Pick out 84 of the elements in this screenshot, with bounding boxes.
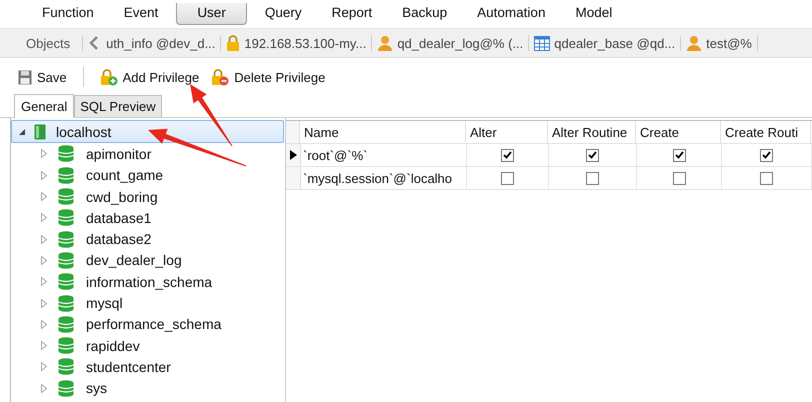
tree-item[interactable]: count_game	[11, 164, 285, 186]
database-icon	[58, 166, 74, 184]
expand-icon[interactable]	[40, 362, 48, 372]
tree-item[interactable]: dev_dealer_log	[11, 250, 285, 272]
column-header[interactable]: Create	[636, 121, 721, 143]
tree-item[interactable]: database1	[11, 207, 285, 228]
chevron-left-icon[interactable]	[89, 35, 100, 51]
checkbox[interactable]	[586, 148, 599, 162]
database-icon	[58, 358, 74, 376]
column-header[interactable]: Name	[300, 121, 466, 143]
sub-tab[interactable]: SQL Preview	[74, 95, 162, 117]
expand-icon[interactable]	[40, 256, 48, 265]
lock-icon	[226, 35, 240, 51]
user-icon	[377, 35, 394, 51]
toolbar-button[interactable]: Save	[16, 68, 69, 86]
table-icon	[534, 36, 550, 50]
lock-plus-icon	[100, 68, 118, 86]
menu-item[interactable]: Query	[252, 3, 314, 25]
database-icon	[58, 316, 74, 333]
tree-item[interactable]: information_schema	[11, 271, 285, 292]
tree-item[interactable]: rapiddev	[11, 334, 285, 356]
tree-item[interactable]: studentcenter	[11, 356, 285, 378]
menu-item[interactable]: Report	[320, 3, 384, 25]
expand-icon[interactable]	[40, 213, 48, 222]
table-cell: `root`@`%`	[301, 144, 467, 166]
checkbox[interactable]	[672, 148, 686, 162]
menu-item[interactable]: Function	[30, 3, 106, 25]
database-icon	[58, 337, 74, 354]
column-header[interactable]: Create Routi	[721, 121, 811, 143]
expand-icon[interactable]	[40, 192, 48, 202]
row-header-cell[interactable]	[286, 144, 301, 166]
objects-tab[interactable]: Objects	[6, 36, 84, 50]
column-header[interactable]: Alter Routine	[548, 121, 636, 143]
toolbar-button[interactable]: Delete Privilege	[209, 66, 328, 88]
checkbox[interactable]	[501, 148, 514, 162]
database-icon	[58, 188, 74, 206]
expand-icon[interactable]	[40, 277, 48, 286]
object-tab[interactable]: 192.168.53.100-my...	[221, 35, 372, 51]
menu-item[interactable]: Automation	[465, 3, 558, 25]
save-icon	[18, 70, 32, 84]
toolbar-button[interactable]: Add Privilege	[98, 66, 202, 88]
server-icon	[34, 124, 46, 140]
tree-item[interactable]: sys	[11, 378, 285, 399]
object-tab[interactable]: qdealer_base @qd...	[529, 36, 682, 50]
sub-tab[interactable]: General	[14, 94, 74, 118]
object-tab[interactable]: qd_dealer_log@% (...	[372, 35, 530, 51]
tree-item[interactable]: performance_schema	[11, 314, 285, 335]
menu-item[interactable]: User	[176, 3, 247, 25]
tree-item[interactable]: cwd_boring	[11, 186, 285, 208]
object-tab[interactable]: test@%	[681, 35, 758, 51]
database-icon	[58, 145, 74, 162]
menu-item[interactable]: Backup	[390, 3, 460, 25]
menu-item[interactable]: Event	[112, 3, 170, 25]
current-row-icon	[290, 150, 296, 160]
tree-item[interactable]: mysql	[11, 292, 285, 314]
checkbox[interactable]	[760, 148, 773, 162]
database-icon	[58, 294, 74, 312]
database-icon	[58, 252, 74, 269]
database-icon	[58, 230, 74, 248]
column-header[interactable]: Alter	[466, 121, 548, 143]
tree-item[interactable]: localhost	[11, 120, 284, 144]
tree-item[interactable]: apimonitor	[11, 143, 285, 165]
lock-minus-icon	[211, 68, 230, 86]
expand-icon[interactable]	[40, 298, 48, 308]
expand-icon[interactable]	[40, 170, 48, 180]
checkbox[interactable]	[760, 172, 773, 184]
object-tab[interactable]: uth_info @dev_d...	[101, 36, 222, 50]
expand-icon[interactable]	[40, 320, 48, 329]
checkbox[interactable]	[672, 172, 686, 184]
menu-item[interactable]: Model	[563, 3, 624, 25]
table-cell: `mysql.session`@`localho	[301, 167, 467, 189]
expand-icon[interactable]	[40, 149, 48, 158]
expand-icon[interactable]	[40, 234, 48, 244]
tree-item[interactable]: database2	[11, 228, 285, 250]
checkbox[interactable]	[586, 172, 599, 184]
row-header-cell[interactable]	[286, 167, 301, 189]
expand-icon[interactable]	[40, 384, 48, 393]
database-icon	[58, 273, 74, 290]
expand-icon[interactable]	[40, 341, 48, 350]
database-icon	[58, 209, 74, 226]
collapse-icon[interactable]	[18, 128, 26, 136]
user-icon	[686, 35, 702, 51]
database-icon	[58, 380, 74, 397]
checkbox[interactable]	[501, 172, 514, 184]
